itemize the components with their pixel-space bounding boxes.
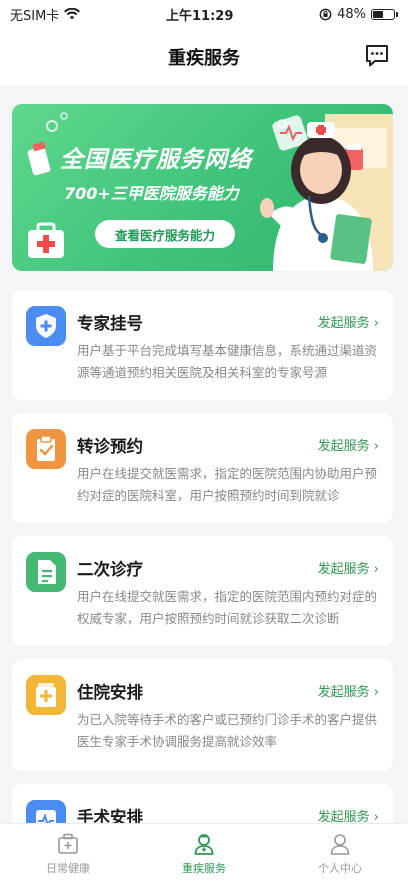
start-service-link[interactable]: 发起服务 ›: [318, 435, 379, 454]
battery-cap: [395, 11, 398, 17]
medical-kit-icon: [58, 833, 78, 854]
service-description: 用户基于平台完成填写基本健康信息，系统通过渠道资源等通道预约相关医院及相关科室的…: [77, 343, 378, 380]
service-card-hospitalization[interactable]: 住院安排 发起服务 › 为已入院等待手术的客户或已预约门诊手术的客户提供医生专家…: [12, 659, 393, 771]
service-title: 转诊预约: [77, 437, 143, 456]
battery-percent: 48%: [337, 6, 366, 22]
tab-label: 重疾服务: [182, 862, 226, 875]
service-description: 为已入院等待手术的客户或已预约门诊手术的客户提供医生专家手术协调服务提高就诊效率: [77, 712, 378, 749]
service-description: 用户在线提交就医需求，指定的医院范围内预约对症的权威专家，用户按照预约时间就诊获…: [77, 589, 378, 626]
banner-subtitle: 700+三甲医院服务能力: [64, 184, 239, 203]
service-description: 用户在线提交就医需求，指定的医院范围内协助用户预约对症的医院科室，用户按照预约时…: [77, 466, 378, 503]
view-service-capability-button[interactable]: 查看医疗服务能力: [95, 220, 235, 248]
document-icon: [26, 552, 66, 592]
orientation-lock-icon: [319, 8, 332, 20]
start-service-link[interactable]: 发起服务 ›: [318, 312, 379, 331]
tab-label: 日常健康: [46, 862, 90, 875]
service-title: 专家挂号: [77, 314, 143, 333]
clock: 上午11:29: [166, 8, 234, 24]
battery-icon: [370, 8, 395, 20]
banner-title: 全国医疗服务网络: [60, 147, 252, 173]
start-service-link[interactable]: 发起服务 ›: [318, 558, 379, 577]
tab-daily-health[interactable]: 日常健康: [0, 824, 136, 883]
service-title: 住院安排: [77, 683, 143, 702]
status-right: 48%: [319, 7, 398, 22]
carrier-label: 无SIM卡: [10, 8, 60, 24]
clipboard-check-icon: [26, 429, 66, 469]
hospital-bed-icon: [26, 675, 66, 715]
bottom-tab-bar: 日常健康 重疾服务 个人中心: [0, 823, 408, 883]
service-card-referral-appointment[interactable]: 转诊预约 发起服务 › 用户在线提交就医需求，指定的医院范围内协助用户预约对症的…: [12, 413, 393, 523]
page-title: 重疾服务: [168, 48, 240, 69]
doctor-illustration: [260, 114, 393, 271]
nav-bar: 重疾服务: [0, 28, 408, 86]
status-bar: 无SIM卡 上午11:29 48%: [0, 0, 408, 28]
message-icon[interactable]: [364, 42, 390, 68]
shield-plus-icon: [26, 306, 66, 346]
medical-kit-icon: [28, 222, 64, 258]
start-service-link[interactable]: 发起服务 ›: [318, 681, 379, 700]
tab-label: 个人中心: [318, 862, 362, 875]
tab-personal-center[interactable]: 个人中心: [272, 824, 408, 883]
tab-critical-illness-service[interactable]: 重疾服务: [136, 824, 272, 883]
doctor-icon: [194, 834, 214, 855]
service-card-second-opinion[interactable]: 二次诊疗 发起服务 › 用户在线提交就医需求，指定的医院范围内预约对症的权威专家…: [12, 536, 393, 646]
wifi-icon: [64, 8, 81, 20]
person-icon: [330, 834, 350, 855]
service-title: 二次诊疗: [77, 560, 143, 579]
promo-banner[interactable]: 全国医疗服务网络 700+三甲医院服务能力 查看医疗服务能力: [12, 104, 393, 271]
status-left: 无SIM卡: [10, 5, 81, 24]
service-card-expert-registration[interactable]: 专家挂号 发起服务 › 用户基于平台完成填写基本健康信息，系统通过渠道资源等通道…: [12, 290, 393, 400]
